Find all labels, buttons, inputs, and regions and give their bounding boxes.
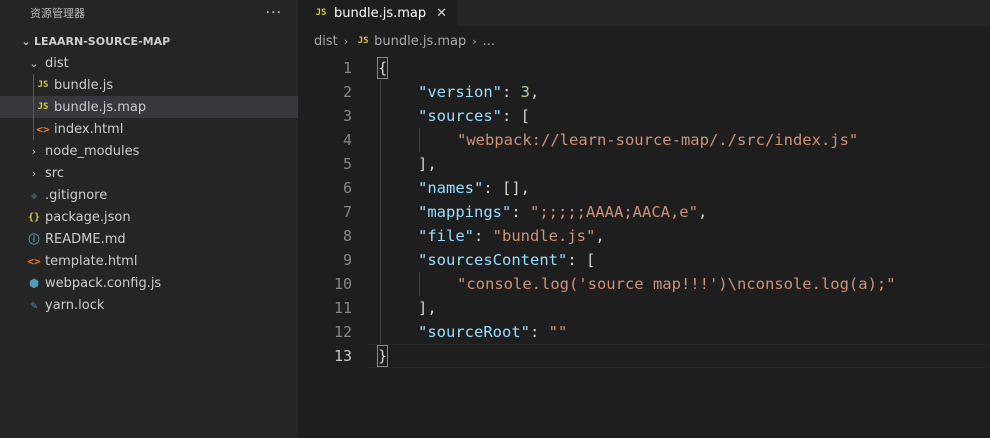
chevron-right-icon: › [472, 34, 477, 48]
chevron-right-icon: › [31, 144, 37, 158]
file-label: package.json [45, 209, 131, 225]
file-label: bundle.js.map [54, 99, 147, 115]
code-text: "sourceRoot": "" [418, 323, 568, 341]
tree-folder-dist[interactable]: ⌄ dist [0, 52, 298, 74]
js-file-icon: JS [37, 102, 49, 112]
more-actions-icon[interactable]: ··· [266, 5, 282, 21]
code-line: 4 "webpack://learn-source-map/./src/inde… [298, 128, 990, 152]
line-number: 9 [342, 251, 352, 269]
code-text: "sourcesContent": [ [418, 251, 596, 269]
tree-folder-node-modules[interactable]: › node_modules [0, 140, 298, 162]
webpack-file-icon: ⬢ [29, 276, 39, 290]
code-text: } [378, 347, 388, 365]
line-number: 10 [333, 275, 352, 293]
code-line: 1 { [298, 56, 990, 80]
js-file-icon: JS [357, 36, 369, 46]
project-name: LEAARN-SOURCE-MAP [34, 34, 171, 48]
line-number: 13 [333, 347, 352, 365]
html-file-icon: <> [36, 122, 50, 136]
tree-file-index-html[interactable]: <> index.html [0, 118, 298, 140]
tab-label: bundle.js.map [334, 5, 427, 21]
breadcrumb-folder[interactable]: dist [314, 34, 338, 49]
line-number: 2 [342, 83, 352, 101]
tree-folder-src[interactable]: › src [0, 162, 298, 184]
chevron-right-icon: › [31, 166, 37, 180]
project-section-header[interactable]: ⌄ LEAARN-SOURCE-MAP [0, 30, 298, 52]
json-file-icon: {} [27, 211, 41, 223]
line-number: 8 [342, 227, 352, 245]
current-line-highlight [367, 344, 990, 368]
file-label: yarn.lock [45, 297, 105, 313]
breadcrumb-more[interactable]: ... [483, 34, 495, 49]
close-icon[interactable]: ✕ [436, 6, 447, 21]
file-label: webpack.config.js [45, 275, 162, 291]
code-line: 9 "sourcesContent": [ [298, 248, 990, 272]
line-number: 5 [342, 155, 352, 173]
folder-label: dist [45, 55, 69, 71]
folder-label: node_modules [45, 143, 140, 159]
code-line: 3 "sources": [ [298, 104, 990, 128]
code-text: "sources": [ [418, 107, 530, 125]
tree-file-bundle-js[interactable]: JS bundle.js [0, 74, 298, 96]
code-text: "file": "bundle.js", [418, 227, 605, 245]
editor-area: JS bundle.js.map ✕ dist › JS bundle.js.m… [298, 0, 990, 438]
code-line: 12 "sourceRoot": "" [298, 320, 990, 344]
line-number: 3 [342, 107, 352, 125]
tree-file-bundle-js-map[interactable]: JS bundle.js.map [0, 96, 298, 118]
file-label: index.html [54, 121, 124, 137]
indent-guide [33, 74, 34, 140]
tree-file-gitignore[interactable]: ◆ .gitignore [0, 184, 298, 206]
code-text: "names": [], [418, 179, 530, 197]
code-text: "mappings": ";;;;;AAAA;AACA,e", [418, 203, 708, 221]
code-text: "console.log('source map!!!')\nconsole.l… [457, 275, 896, 293]
breadcrumb: dist › JS bundle.js.map › ... [298, 26, 990, 56]
chevron-down-icon: ⌄ [21, 34, 31, 48]
code-line: 7 "mappings": ";;;;;AAAA;AACA,e", [298, 200, 990, 224]
code-line: 11 ], [298, 296, 990, 320]
folder-label: src [45, 165, 64, 181]
code-text: ], [418, 155, 437, 173]
line-number: 1 [342, 59, 352, 77]
tab-bar: JS bundle.js.map ✕ [298, 0, 990, 26]
tree-file-readme[interactable]: ⓘ README.md [0, 228, 298, 250]
file-label: README.md [45, 231, 126, 247]
code-line: 10 "console.log('source map!!!')\nconsol… [298, 272, 990, 296]
file-label: bundle.js [54, 77, 114, 93]
tree-file-package-json[interactable]: {} package.json [0, 206, 298, 228]
code-line: 6 "names": [], [298, 176, 990, 200]
html-file-icon: <> [27, 254, 41, 268]
line-number: 12 [333, 323, 352, 341]
breadcrumb-file[interactable]: bundle.js.map [374, 34, 466, 49]
code-line: 8 "file": "bundle.js", [298, 224, 990, 248]
file-label: template.html [45, 253, 138, 269]
js-file-icon: JS [37, 80, 49, 90]
git-file-icon: ◆ [30, 188, 38, 202]
code-text: { [378, 59, 388, 77]
code-line: 2 "version": 3, [298, 80, 990, 104]
file-label: .gitignore [45, 187, 108, 203]
explorer-sidebar: 资源管理器 ··· ⌄ LEAARN-SOURCE-MAP ⌄ dist JS … [0, 0, 298, 438]
line-number: 11 [333, 299, 352, 317]
code-line: 5 ], [298, 152, 990, 176]
yarn-file-icon: ✎ [30, 298, 38, 312]
code-text: "version": 3, [418, 83, 540, 101]
chevron-right-icon: › [343, 34, 349, 48]
line-number: 7 [342, 203, 352, 221]
explorer-title: 资源管理器 [30, 7, 85, 20]
code-line-current: 13 } [298, 344, 990, 368]
code-text: "webpack://learn-source-map/./src/index.… [457, 131, 859, 149]
tab-bundle-js-map[interactable]: JS bundle.js.map ✕ [298, 0, 459, 26]
chevron-down-icon: ⌄ [29, 56, 39, 70]
js-file-icon: JS [315, 8, 327, 18]
tree-file-yarn-lock[interactable]: ✎ yarn.lock [0, 294, 298, 316]
info-file-icon: ⓘ [28, 233, 40, 246]
tree-file-webpack-config[interactable]: ⬢ webpack.config.js [0, 272, 298, 294]
code-editor[interactable]: 1 { 2 "version": 3, 3 "sources": [ 4 "we… [298, 56, 990, 368]
explorer-header: 资源管理器 ··· [0, 0, 298, 26]
tree-file-template-html[interactable]: <> template.html [0, 250, 298, 272]
line-number: 6 [342, 179, 352, 197]
code-text: ], [418, 299, 437, 317]
line-number: 4 [342, 131, 352, 149]
